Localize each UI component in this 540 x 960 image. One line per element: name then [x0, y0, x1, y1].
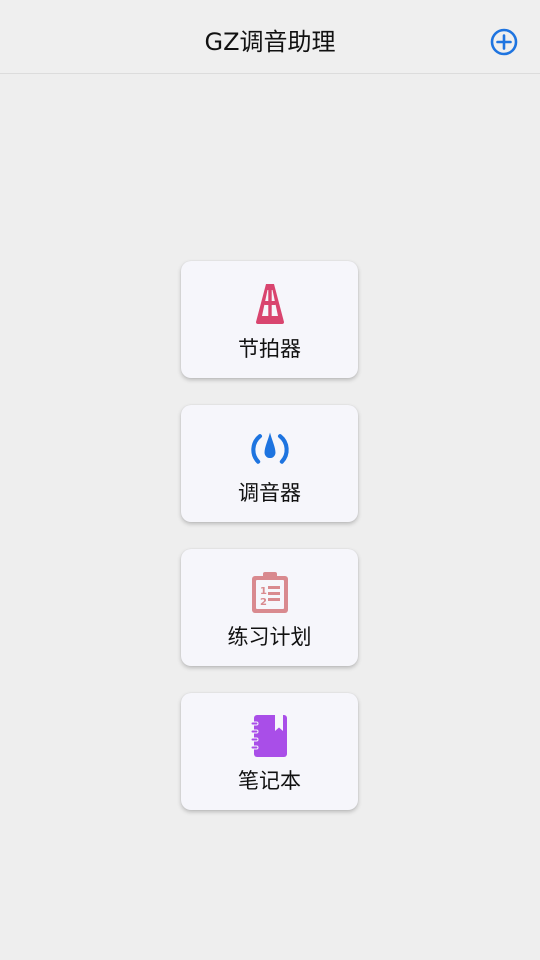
tuner-icon: [249, 425, 291, 471]
notebook-icon: [249, 713, 291, 759]
app-bar: GZ调音助理: [0, 0, 540, 74]
practice-plan-label: 练习计划: [227, 625, 312, 649]
practice-plan-card[interactable]: 1 2 练习计划: [181, 549, 358, 666]
tuner-card[interactable]: 调音器: [181, 405, 358, 522]
add-button[interactable]: [490, 28, 518, 56]
svg-text:2: 2: [260, 597, 267, 608]
checklist-icon: 1 2: [249, 569, 291, 615]
page-title: GZ调音助理: [204, 28, 336, 56]
metronome-icon: [249, 281, 291, 327]
notebook-card[interactable]: 笔记本: [181, 693, 358, 810]
notebook-label: 笔记本: [238, 769, 301, 793]
metronome-card[interactable]: 节拍器: [181, 261, 358, 378]
metronome-label: 节拍器: [238, 337, 301, 361]
plus-circle-icon: [490, 28, 518, 56]
svg-text:1: 1: [260, 586, 267, 597]
tuner-label: 调音器: [238, 481, 301, 505]
